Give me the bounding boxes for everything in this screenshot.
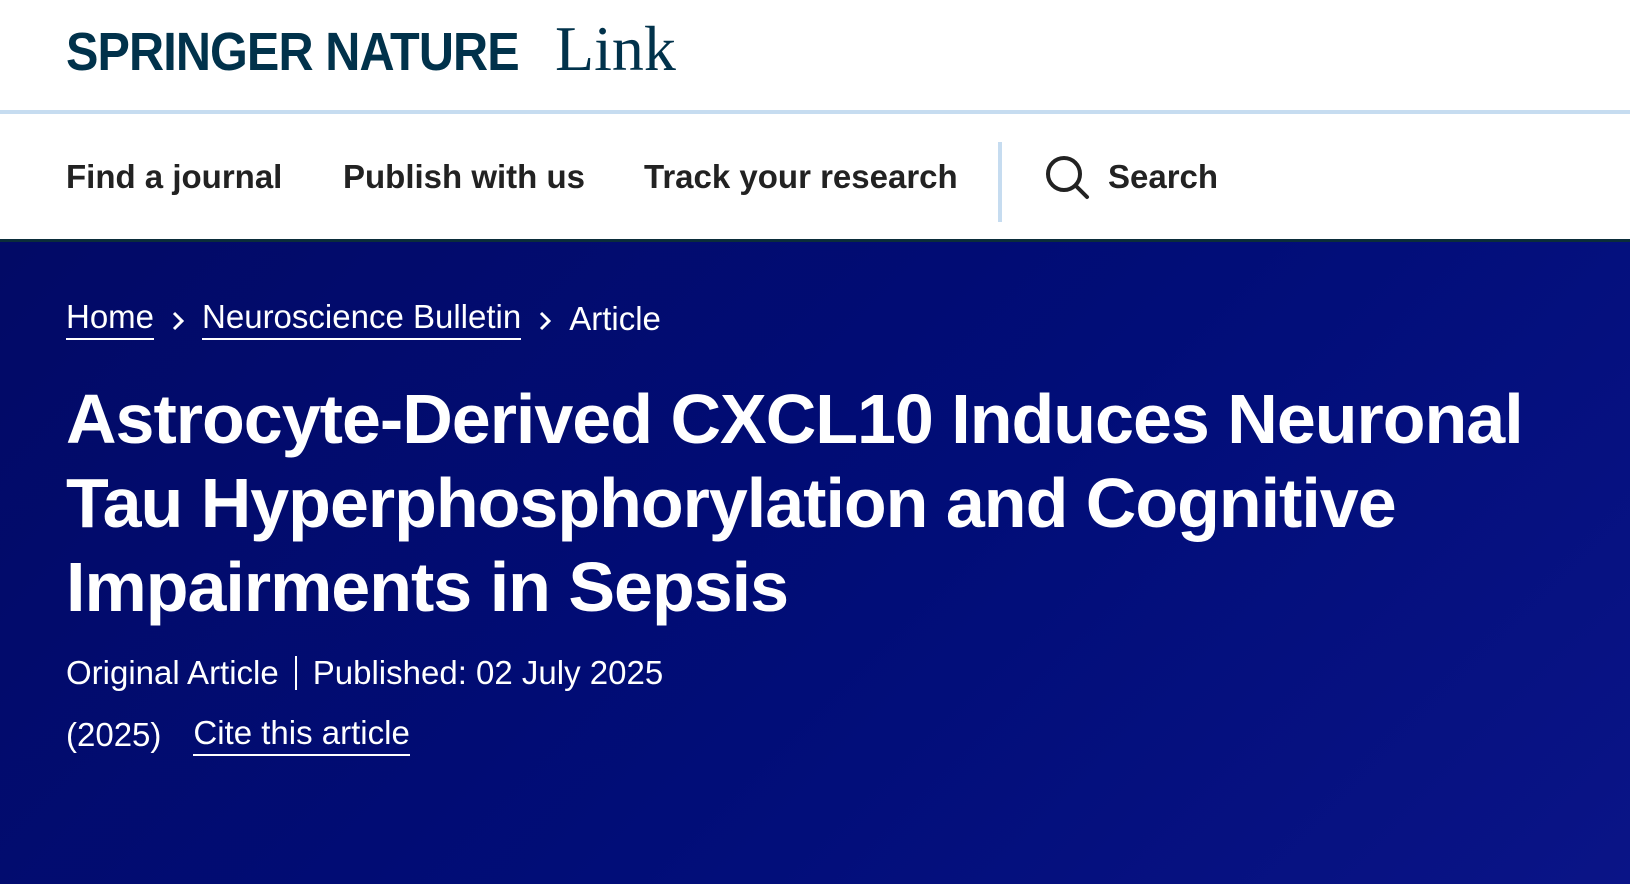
article-year: (2025) bbox=[66, 716, 162, 753]
nav-find-journal[interactable]: Find a journal bbox=[66, 114, 282, 239]
nav-publish-with-us[interactable]: Publish with us bbox=[343, 114, 585, 239]
cite-this-article-link[interactable]: Cite this article bbox=[193, 714, 410, 756]
logo-brand-text: SPRINGER NATURE bbox=[66, 22, 520, 82]
nav-publish-label: Publish with us bbox=[343, 157, 586, 195]
springer-nature-link-logo[interactable]: SPRINGER NATURE Link bbox=[66, 12, 676, 86]
citation-row: (2025) Cite this article bbox=[66, 714, 410, 756]
nav-track-label: Track your research bbox=[644, 157, 958, 195]
article-type: Original Article bbox=[66, 654, 279, 691]
chevron-right-icon bbox=[521, 300, 569, 338]
article-hero: Home Neuroscience Bulletin Article Astro… bbox=[0, 242, 1630, 884]
search-button[interactable]: Search bbox=[1044, 114, 1218, 239]
nav-find-journal-label: Find a journal bbox=[66, 157, 283, 195]
search-label: Search bbox=[1108, 157, 1219, 195]
published-date: Published: 02 July 2025 bbox=[312, 654, 664, 691]
breadcrumb: Home Neuroscience Bulletin Article bbox=[66, 298, 661, 340]
breadcrumb-journal-link[interactable]: Neuroscience Bulletin bbox=[202, 298, 522, 340]
logo-link-text: Link bbox=[555, 13, 676, 84]
meta-separator bbox=[294, 656, 297, 690]
nav-divider bbox=[998, 142, 1002, 222]
chevron-right-icon bbox=[154, 300, 202, 338]
main-nav: Find a journal Publish with us Track you… bbox=[0, 114, 1630, 242]
site-header: SPRINGER NATURE Link bbox=[0, 0, 1630, 114]
search-icon bbox=[1044, 154, 1090, 200]
article-title: Astrocyte-Derived CXCL10 Induces Neurona… bbox=[66, 380, 1524, 626]
breadcrumb-home-link[interactable]: Home bbox=[66, 298, 155, 340]
nav-track-research[interactable]: Track your research bbox=[644, 114, 958, 239]
breadcrumb-current: Article bbox=[569, 300, 661, 337]
article-meta: Original Article Published: 02 July 2025 bbox=[66, 654, 663, 692]
